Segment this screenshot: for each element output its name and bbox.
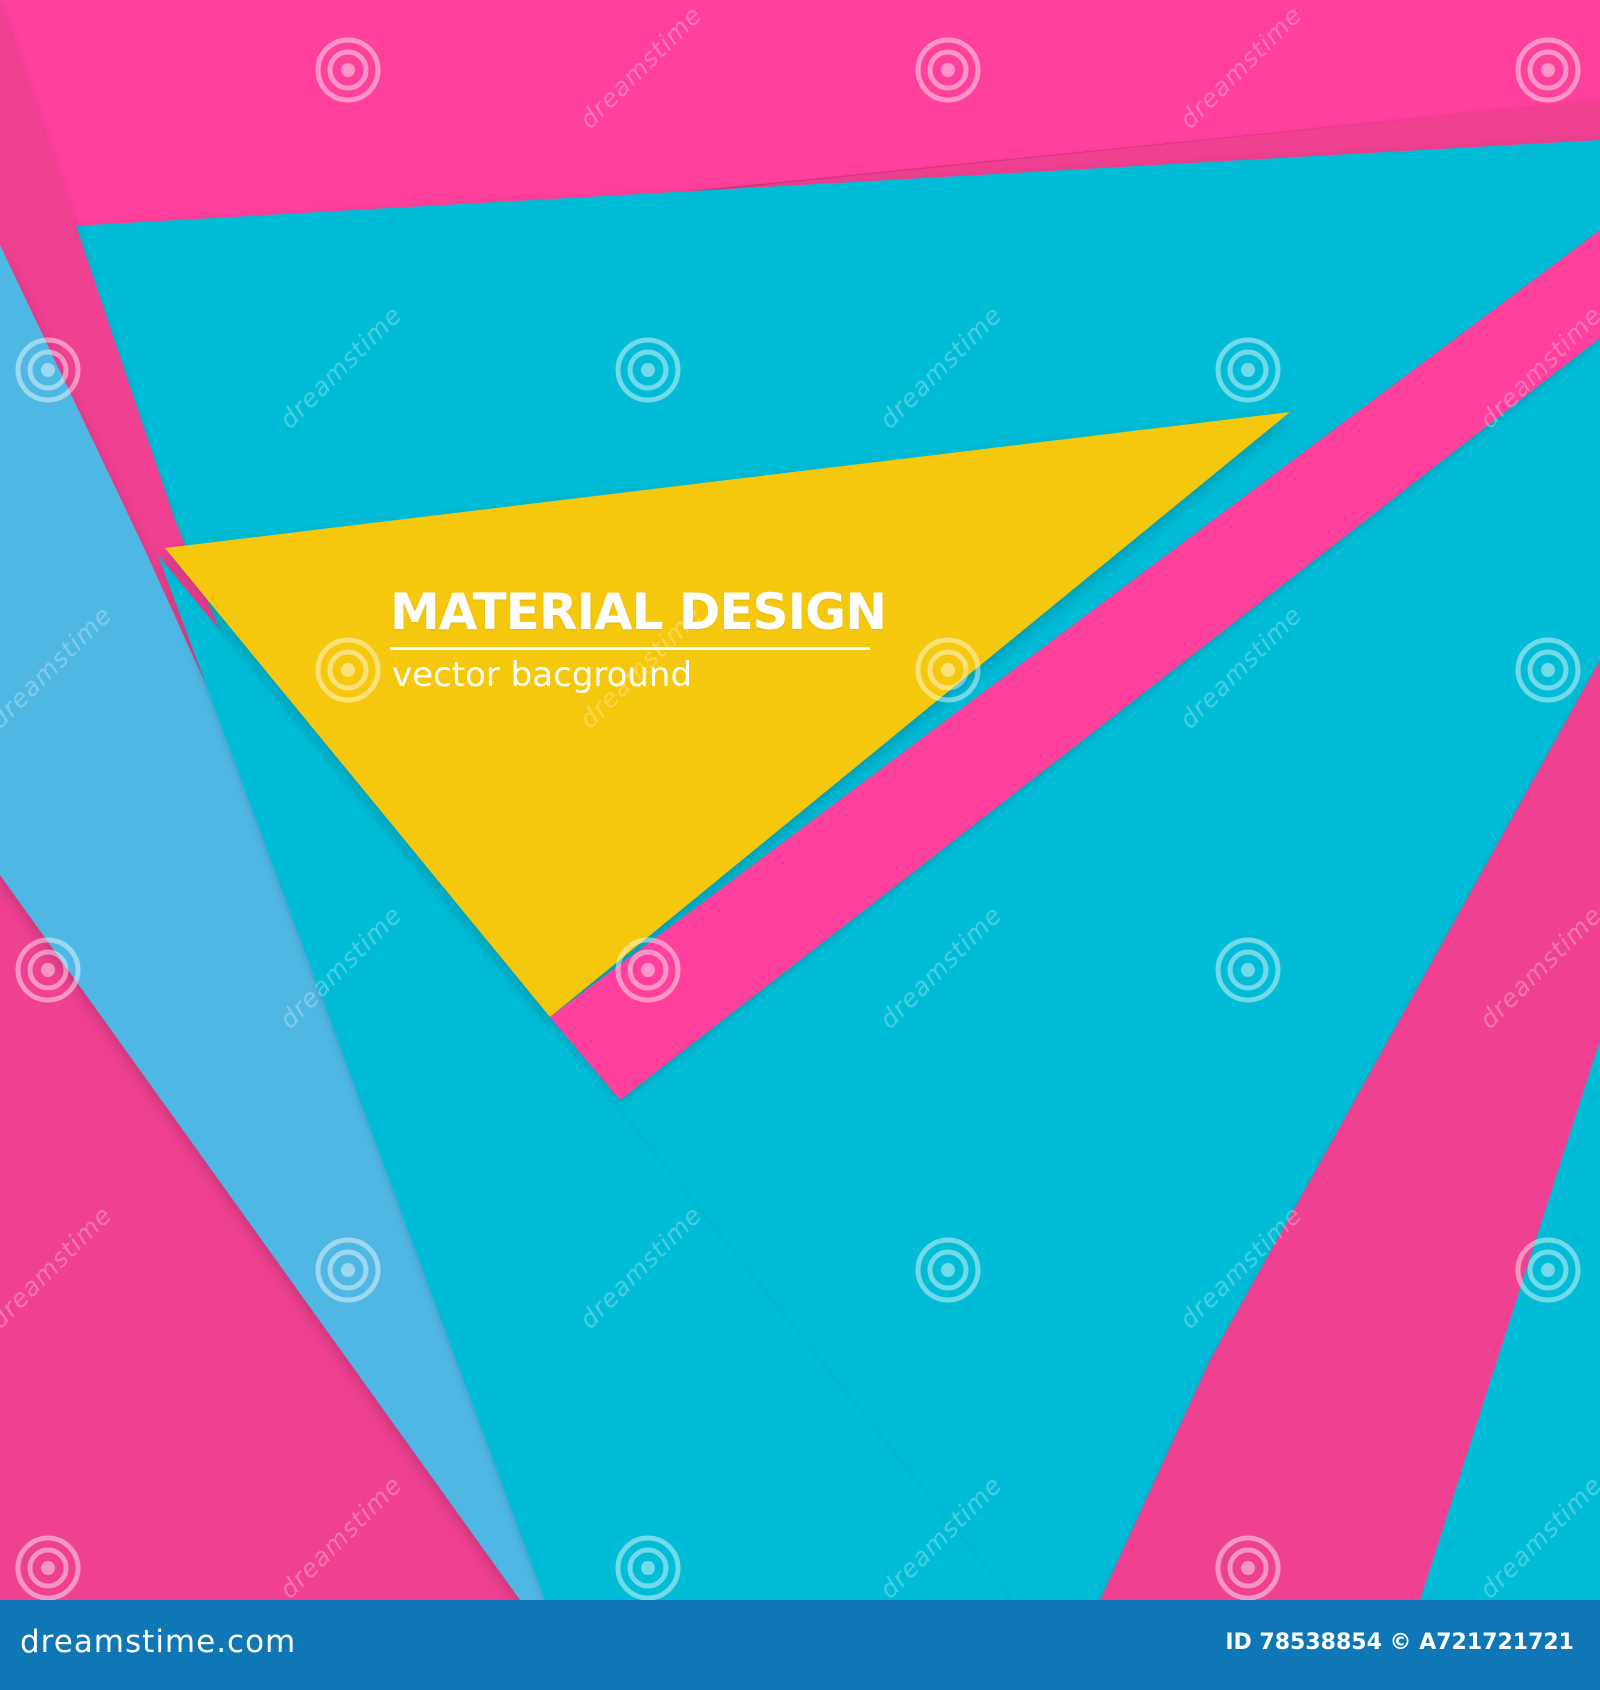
- material-background-art: dreamstime dreamstime dreamstime dreamst…: [0, 0, 1600, 1600]
- material-design-background: dreamstime dreamstime dreamstime dreamst…: [0, 0, 1600, 1600]
- stock-image: dreamstime dreamstime dreamstime dreamst…: [0, 0, 1600, 1690]
- stock-footer-bar: dreamstime.com ID 78538854 © A721721721: [0, 1600, 1600, 1690]
- material-design-title: MATERIAL DESIGN: [390, 583, 887, 641]
- title-underline: [390, 647, 870, 650]
- vector-background-subtitle: vector bacground: [392, 655, 693, 695]
- dreamstime-brand-link[interactable]: dreamstime.com: [20, 1622, 296, 1662]
- image-id-copyright: ID 78538854 © A721721721: [1225, 1630, 1574, 1655]
